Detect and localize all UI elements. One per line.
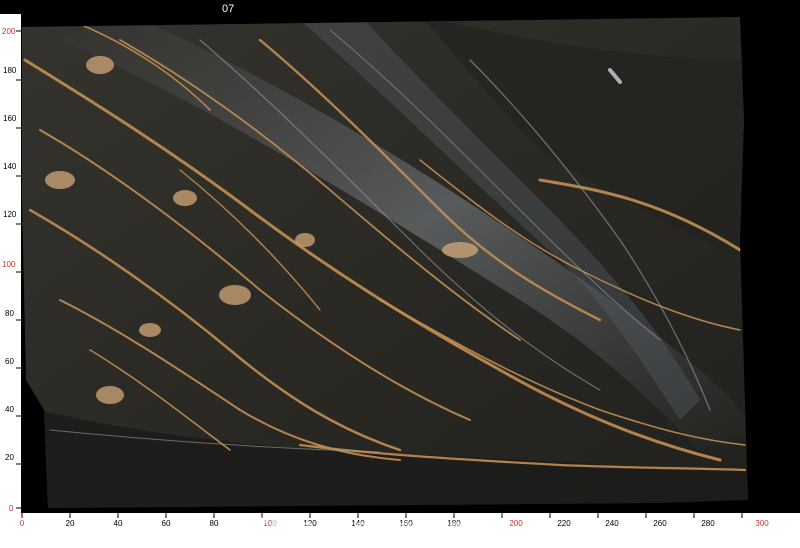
- y-tick-label: 20: [5, 453, 14, 462]
- x-tick-label: 280: [701, 519, 715, 528]
- y-tick-label: 60: [5, 357, 14, 366]
- slab-number-label: 07: [222, 3, 235, 15]
- y-tick-label: 40: [5, 405, 14, 414]
- marble-slab: [22, 17, 748, 508]
- slab-photo: 200 180 160 140 120 100 80 60 40 20 0 0 …: [0, 0, 800, 548]
- x-tick-label: 20: [66, 519, 75, 528]
- y-tick-label: 180: [3, 66, 17, 75]
- x-tick-label: 80: [210, 519, 219, 528]
- x-tick-label: 0: [20, 519, 25, 528]
- x-tick-label: 220: [557, 519, 571, 528]
- watermark: StoneContact.com: [250, 512, 508, 545]
- x-tick-label: 200: [509, 519, 523, 528]
- x-tick-label: 300: [755, 519, 769, 528]
- y-tick-label: 0: [9, 504, 14, 513]
- x-tick-label: 40: [114, 519, 123, 528]
- y-tick-label: 160: [3, 114, 17, 123]
- y-tick-label: 100: [2, 260, 16, 269]
- x-tick-label: 260: [653, 519, 667, 528]
- y-tick-label: 140: [3, 162, 17, 171]
- x-tick-label: 60: [162, 519, 171, 528]
- y-tick-label: 200: [2, 27, 16, 36]
- y-tick-label: 120: [3, 210, 17, 219]
- y-tick-label: 80: [5, 309, 14, 318]
- x-tick-label: 240: [605, 519, 619, 528]
